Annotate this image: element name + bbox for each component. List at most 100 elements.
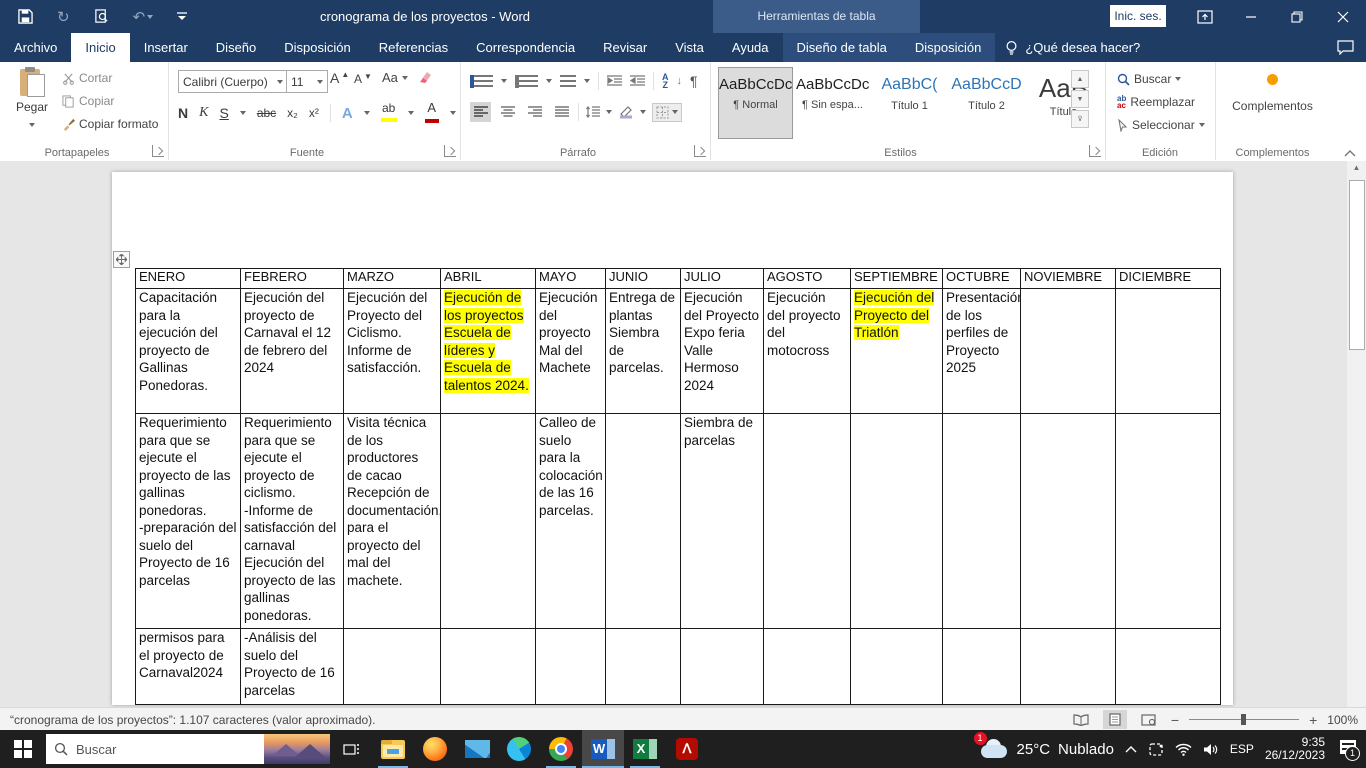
month-header-cell[interactable]: DICIEMBRE — [1116, 269, 1221, 289]
highlight-button[interactable]: ab — [381, 103, 397, 123]
line-spacing-button[interactable] — [585, 106, 600, 119]
subscript-button[interactable]: x₂ — [287, 106, 298, 120]
style-sin-espaciado[interactable]: AaBbCcDc ¶ Sin espa... — [795, 67, 870, 139]
web-layout-icon[interactable] — [1137, 710, 1161, 729]
table-cell[interactable]: Entrega de plantas Siembra de parcelas. — [606, 289, 681, 414]
table-cell[interactable]: Ejecución del proyecto Mal del Machete — [536, 289, 606, 414]
styles-dialog-launcher[interactable] — [1089, 145, 1101, 157]
taskbar-acrobat-button[interactable]: ꓥ — [666, 730, 708, 768]
borders-button[interactable] — [652, 103, 682, 122]
month-header-cell[interactable]: ENERO — [136, 269, 241, 289]
month-header-cell[interactable]: SEPTIEMBRE — [851, 269, 943, 289]
table-cell[interactable]: Calleo de suelo para la colocación de la… — [536, 414, 606, 629]
replace-button[interactable]: abac Reemplazar — [1117, 95, 1195, 109]
numbering-button[interactable] — [515, 75, 538, 88]
volume-icon[interactable] — [1203, 743, 1219, 756]
table-cell[interactable] — [764, 629, 851, 705]
notification-center-button[interactable]: 1 — [1336, 740, 1356, 758]
ribbon-options-icon[interactable] — [1182, 0, 1228, 33]
table-cell[interactable] — [344, 629, 441, 705]
comment-icon[interactable] — [1337, 33, 1354, 62]
table-cell[interactable]: Ejecución del proyecto de Carnaval el 12… — [241, 289, 344, 414]
table-cell[interactable]: -Análisis del suelo del Proyecto de 16 p… — [241, 629, 344, 705]
superscript-button[interactable]: x² — [309, 106, 319, 120]
zoom-slider-thumb[interactable] — [1241, 714, 1246, 725]
table-cell[interactable]: Visita técnica de los productores de cac… — [344, 414, 441, 629]
month-header-cell[interactable]: JULIO — [681, 269, 764, 289]
bullets-button[interactable] — [470, 75, 493, 88]
highlight-caret[interactable] — [408, 111, 414, 115]
month-header-cell[interactable]: AGOSTO — [764, 269, 851, 289]
table-cell[interactable]: Ejecución del Proyecto del Ciclismo. Inf… — [344, 289, 441, 414]
copy-button[interactable]: Copiar — [62, 94, 114, 108]
restore-button[interactable] — [1274, 0, 1320, 33]
tray-expand-icon[interactable] — [1125, 745, 1137, 753]
styles-gallery-more[interactable]: ⊽ — [1071, 110, 1089, 128]
align-right-button[interactable] — [524, 102, 545, 122]
clipboard-dialog-launcher[interactable] — [152, 145, 164, 157]
grow-font-button[interactable]: A▲ — [330, 70, 349, 86]
zoom-slider[interactable] — [1189, 710, 1299, 729]
taskbar-explorer-button[interactable] — [372, 730, 414, 768]
underline-caret[interactable] — [240, 111, 246, 115]
table-cell[interactable] — [1021, 629, 1116, 705]
styles-scroll-down[interactable]: ▼ — [1071, 90, 1089, 108]
table-cell[interactable] — [764, 414, 851, 629]
month-header-cell[interactable]: FEBRERO — [241, 269, 344, 289]
table-cell[interactable]: Ejecución de los proyectos Escuela de lí… — [441, 289, 536, 414]
month-header-cell[interactable]: OCTUBRE — [943, 269, 1021, 289]
start-button[interactable] — [0, 730, 46, 768]
collapse-ribbon-button[interactable] — [1344, 149, 1356, 157]
print-layout-icon[interactable] — [1103, 710, 1127, 729]
tab-vista[interactable]: Vista — [661, 33, 718, 62]
style-normal[interactable]: AaBbCcDc ¶ Normal — [718, 67, 793, 139]
table-cell[interactable]: Presentación de los perfiles de Proyecto… — [943, 289, 1021, 414]
table-cell[interactable] — [1021, 414, 1116, 629]
schedule-table[interactable]: ENEROFEBREROMARZOABRILMAYOJUNIOJULIOAGOS… — [135, 268, 1221, 705]
zoom-in-button[interactable]: + — [1309, 712, 1317, 728]
taskbar-search-box[interactable]: Buscar — [46, 734, 330, 764]
month-header-cell[interactable]: NOVIEMBRE — [1021, 269, 1116, 289]
style-titulo-1[interactable]: AaBbC( Título 1 — [872, 67, 947, 139]
taskbar-mail-button[interactable] — [456, 730, 498, 768]
table-cell[interactable]: permisos para el proyecto de Carnaval202… — [136, 629, 241, 705]
table-cell[interactable] — [681, 629, 764, 705]
wifi-icon[interactable] — [1175, 743, 1192, 756]
underline-button[interactable]: S — [219, 105, 228, 121]
strikethrough-button[interactable]: abc — [257, 106, 276, 120]
print-preview-icon[interactable] — [94, 9, 109, 24]
clock[interactable]: 9:35 26/12/2023 — [1265, 736, 1325, 762]
table-cell[interactable] — [536, 629, 606, 705]
table-cell[interactable] — [1116, 289, 1221, 414]
text-effects-button[interactable]: A — [342, 105, 353, 122]
shrink-font-button[interactable]: A▼ — [354, 72, 372, 86]
taskbar-edge-button[interactable] — [498, 730, 540, 768]
table-cell[interactable] — [943, 629, 1021, 705]
table-cell[interactable] — [441, 414, 536, 629]
month-header-cell[interactable]: MAYO — [536, 269, 606, 289]
find-button[interactable]: Buscar — [1117, 72, 1181, 86]
table-cell[interactable]: Requerimiento para que se ejecute el pro… — [136, 414, 241, 629]
device-icon[interactable] — [1148, 743, 1164, 756]
document-page[interactable]: ENEROFEBREROMARZOABRILMAYOJUNIOJULIOAGOS… — [112, 172, 1233, 705]
zoom-out-button[interactable]: − — [1171, 712, 1179, 728]
taskbar-chrome-button[interactable] — [540, 730, 582, 768]
multilevel-list-button[interactable] — [560, 75, 576, 88]
zoom-level[interactable]: 100% — [1327, 713, 1358, 727]
month-header-cell[interactable]: MARZO — [344, 269, 441, 289]
shading-button[interactable] — [618, 105, 634, 119]
table-cell[interactable] — [1021, 289, 1116, 414]
font-color-button[interactable]: A — [425, 102, 439, 124]
signin-button[interactable]: Inic. ses. — [1110, 5, 1166, 27]
tab-insertar[interactable]: Insertar — [130, 33, 202, 62]
format-painter-button[interactable]: Copiar formato — [62, 117, 158, 131]
language-indicator[interactable]: ESP — [1230, 742, 1254, 756]
cut-button[interactable]: Cortar — [62, 71, 112, 85]
style-titulo-2[interactable]: AaBbCcD Título 2 — [949, 67, 1024, 139]
tab-disposicion[interactable]: Disposición — [270, 33, 364, 62]
italic-button[interactable]: K — [199, 105, 208, 121]
tell-me-box[interactable]: ¿Qué desea hacer? — [995, 33, 1150, 62]
table-cell[interactable]: Requerimiento para que se ejecute el pro… — [241, 414, 344, 629]
change-case-button[interactable]: Aa — [382, 70, 408, 85]
paste-button[interactable]: Pegar — [8, 67, 56, 132]
